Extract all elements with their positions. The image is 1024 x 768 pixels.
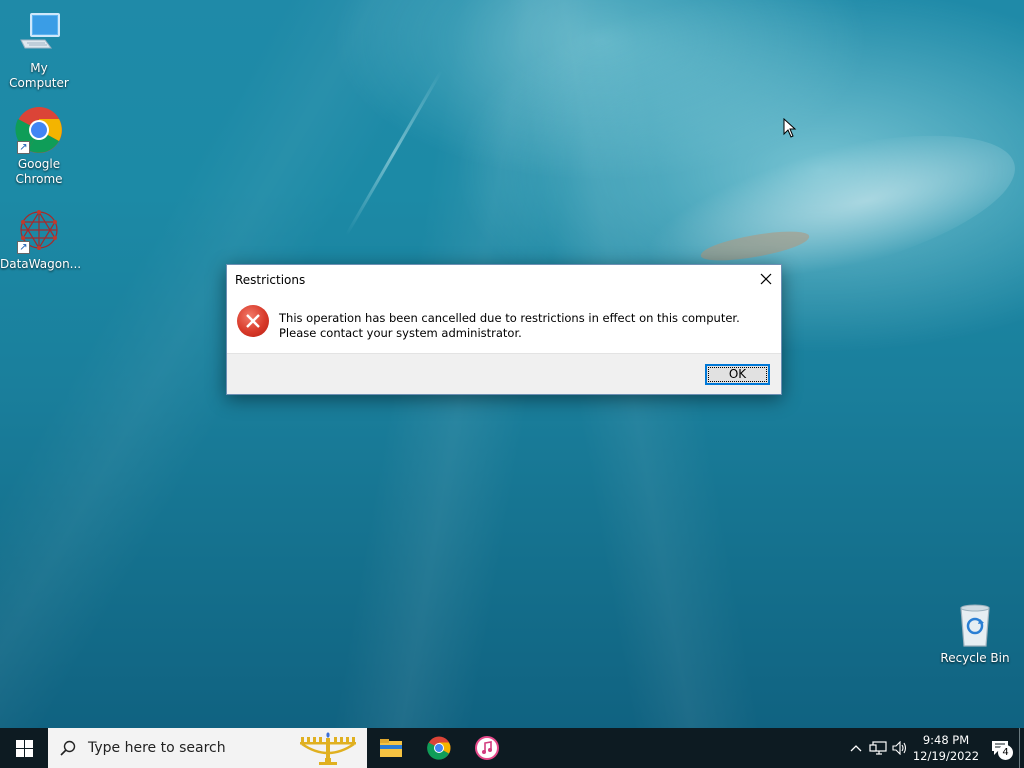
search-box[interactable]: Type here to search <box>48 728 367 768</box>
clock[interactable]: 9:48 PM 12/19/2022 <box>911 732 981 764</box>
computer-monitor-icon <box>15 10 63 58</box>
shortcut-arrow-icon: ↗ <box>17 141 30 154</box>
desktop-icon-recycle-bin[interactable]: Recycle Bin <box>936 600 1014 666</box>
show-hidden-icons-button[interactable] <box>845 728 867 768</box>
dialog-body: This operation has been cancelled due to… <box>227 295 781 355</box>
dialog-message: This operation has been cancelled due to… <box>279 311 740 340</box>
notification-count-badge: 4 <box>998 745 1013 760</box>
chrome-icon <box>427 736 451 760</box>
chrome-icon: ↗ <box>15 106 63 154</box>
network-button[interactable] <box>867 728 889 768</box>
close-button[interactable] <box>751 265 781 293</box>
datawagon-icon: ↗ <box>15 206 63 254</box>
taskbar: Type here to search 9:48 PM 12/19/2022 4 <box>0 728 1024 768</box>
wallpaper-streak <box>345 70 443 237</box>
network-icon <box>869 741 887 755</box>
show-desktop-button[interactable] <box>1019 728 1024 768</box>
volume-button[interactable] <box>889 728 911 768</box>
ok-button[interactable]: OK <box>705 364 770 385</box>
shortcut-arrow-icon: ↗ <box>17 241 30 254</box>
desktop-icon-my-computer[interactable]: My Computer <box>0 10 78 91</box>
search-placeholder: Type here to search <box>88 740 226 756</box>
mouse-cursor-icon <box>783 118 797 138</box>
clock-date: 12/19/2022 <box>912 749 980 763</box>
restrictions-dialog: Restrictions This operation has been can… <box>226 264 782 395</box>
recycle-bin-icon <box>951 600 999 648</box>
speaker-icon <box>892 741 907 755</box>
file-explorer-icon <box>380 739 402 757</box>
taskbar-itunes[interactable] <box>463 728 511 768</box>
desktop-icon-datawagon[interactable]: ↗ DataWagon... <box>0 206 82 272</box>
desktop-icon-label: DataWagon... <box>0 257 82 271</box>
desktop-icon-label: Recycle Bin <box>940 651 1010 665</box>
dialog-footer: OK <box>227 353 781 394</box>
start-button[interactable] <box>0 728 48 768</box>
taskbar-chrome[interactable] <box>415 728 463 768</box>
chevron-up-icon <box>850 745 862 752</box>
search-icon <box>60 740 76 756</box>
dialog-titlebar[interactable]: Restrictions <box>227 265 781 295</box>
desktop-icon-label: Google Chrome <box>15 157 63 186</box>
error-icon <box>237 305 269 337</box>
system-tray: 9:48 PM 12/19/2022 4 <box>845 728 1024 768</box>
itunes-icon <box>475 736 499 760</box>
taskbar-file-explorer[interactable] <box>367 728 415 768</box>
desktop-icon-label: My Computer <box>9 61 69 90</box>
desktop-icon-google-chrome[interactable]: ↗ Google Chrome <box>0 106 78 187</box>
action-center-button[interactable]: 4 <box>981 728 1019 768</box>
dialog-title: Restrictions <box>235 273 306 287</box>
close-icon <box>760 273 772 285</box>
windows-logo-icon <box>15 739 33 757</box>
menorah-icon <box>300 732 356 765</box>
clock-time: 9:48 PM <box>922 733 970 747</box>
